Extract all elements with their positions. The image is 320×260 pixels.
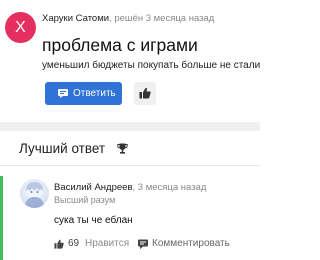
question-time: решён 3 месяца назад [114, 13, 215, 24]
comment-icon [138, 239, 148, 249]
answer-button-label: Ответить [73, 88, 116, 99]
question-title: проблема с играми [42, 35, 198, 55]
answer-button[interactable]: Ответить [45, 82, 122, 105]
anime-avatar-picture [25, 182, 44, 208]
answer-meta: Василий Андреев, 3 месяца назад [54, 182, 206, 193]
answerer-name[interactable]: Василий Андреев [54, 182, 133, 193]
best-answer-card: Василий Андреев, 3 месяца назад Высший р… [0, 166, 260, 260]
answer-body: сука ты че еблан [54, 215, 133, 226]
answerer-avatar[interactable] [20, 179, 49, 208]
question-like-button[interactable] [134, 82, 156, 105]
like-label: Нравится [85, 238, 130, 249]
comment-button[interactable]: Комментировать [138, 237, 230, 251]
comment-label: Комментировать [152, 238, 230, 249]
question-page: X Харуки Сатоми, решён 3 месяца назад пр… [0, 0, 260, 260]
meta-separator: , [109, 13, 112, 24]
thumbs-up-icon [54, 239, 64, 249]
best-answer-accent [0, 176, 3, 260]
answer-time: , 3 месяца назад [132, 182, 207, 193]
question-body: уменьшил бюджеты покупать больше не стал… [42, 60, 261, 71]
question-card: X Харуки Сатоми, решён 3 месяца назад пр… [0, 0, 260, 122]
question-meta: Харуки Сатоми, решён 3 месяца назад [42, 13, 214, 24]
like-count: 69 [68, 238, 80, 249]
trophy-icon [117, 143, 128, 154]
asker-avatar[interactable]: X [5, 12, 36, 43]
best-answer-title: Лучший ответ [19, 141, 106, 156]
answer-like-button[interactable]: 69 Нравится [54, 237, 139, 251]
comment-icon [58, 89, 68, 98]
best-answer-header: Лучший ответ [0, 131, 260, 166]
asker-name[interactable]: Харуки Сатоми [42, 13, 109, 24]
answerer-rank: Высший разум [54, 195, 116, 205]
section-divider [0, 122, 260, 131]
thumbs-up-icon [139, 87, 151, 99]
